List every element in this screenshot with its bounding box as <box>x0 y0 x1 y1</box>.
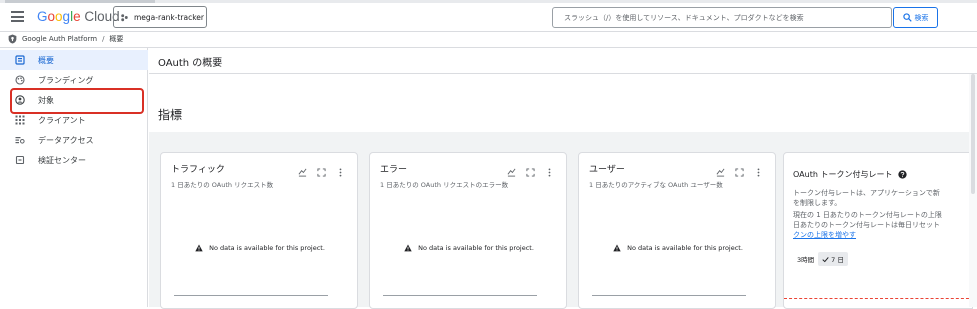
increase-limit-link[interactable]: クンの上限を増やす <box>793 230 972 240</box>
rate-limit-line-marker <box>784 298 972 299</box>
hamburger-menu-icon[interactable] <box>11 11 24 22</box>
rate-description: トークン付与レートは、アプリケーションで新 を制限します。 <box>793 188 972 208</box>
range-option-7d[interactable]: 7 日 <box>818 252 848 266</box>
sidebar-item-label: 対象 <box>38 96 54 105</box>
metric-card-users: ユーザー 1 日あたりのアクティブな OAuth ユーザー数 No data i… <box>578 152 776 309</box>
card-title: ユーザー <box>589 165 625 175</box>
section-header-band <box>149 74 969 132</box>
content-area: 指標 トラフィック 1 日あたりの OAuth リクエスト数 No data i… <box>149 74 977 309</box>
vertical-scrollbar[interactable] <box>969 74 977 307</box>
token-grant-rate-card: OAuth トークン付与レート トークン付与レートは、アプリケーションで新 を制… <box>783 152 973 309</box>
warning-icon <box>404 244 412 252</box>
google-cloud-logo[interactable]: Google Cloud <box>37 9 120 24</box>
sidebar-item-branding[interactable]: ブランディング <box>0 70 148 90</box>
search-icon <box>902 13 912 22</box>
breadcrumb-current: 概要 <box>109 35 124 43</box>
rate-limit-line: 日あたりのトークン付与レートは毎日リセット <box>793 221 940 229</box>
legend-toggle-icon[interactable] <box>298 162 307 177</box>
empty-state-text: No data is available for this project. <box>418 244 534 252</box>
help-icon[interactable] <box>898 170 908 179</box>
audience-icon <box>15 95 25 105</box>
shield-icon <box>8 34 17 44</box>
more-options-icon[interactable] <box>545 162 554 177</box>
rate-card-title: OAuth トークン付与レート <box>793 170 893 179</box>
search-button[interactable]: 検索 <box>893 7 938 28</box>
section-title: 指標 <box>158 108 183 122</box>
legend-toggle-icon[interactable] <box>716 162 725 177</box>
page-title: OAuth の概要 <box>158 58 223 69</box>
card-subtitle: 1 日あたりの OAuth リクエスト数 <box>171 181 274 189</box>
card-title: エラー <box>380 165 408 175</box>
sidebar: 概要 ブランディング 対象 クライアント データアクセス 検証センター <box>0 48 148 307</box>
card-title: トラフィック <box>171 165 225 175</box>
range-option-label: 7 日 <box>831 256 844 264</box>
sidebar-item-verification-center[interactable]: 検証センター <box>0 150 148 170</box>
card-toolbar <box>507 162 554 177</box>
project-picker-button[interactable]: mega-rank-tracker <box>113 6 207 28</box>
card-subtitle: 1 日あたりの OAuth リクエストのエラー数 <box>380 181 509 189</box>
main-content: OAuth の概要 指標 トラフィック 1 日あたりの OAuth リクエスト数… <box>149 48 977 309</box>
breadcrumb-root-link[interactable]: Google Auth Platform <box>22 35 97 43</box>
empty-state-text: No data is available for this project. <box>209 244 325 252</box>
sidebar-item-label: ブランディング <box>38 76 94 85</box>
empty-state: No data is available for this project. <box>370 244 568 252</box>
rate-description-line: を制限します。 <box>793 199 842 207</box>
breadcrumb-separator: / <box>102 35 105 43</box>
breadcrumb: Google Auth Platform / 概要 <box>8 33 123 45</box>
header-divider <box>0 31 977 32</box>
empty-state-text: No data is available for this project. <box>627 244 743 252</box>
scrollbar-thumb[interactable] <box>971 74 975 194</box>
chart-axis <box>592 295 746 296</box>
app-window: Google Cloud mega-rank-tracker スラッシュ（/）を… <box>0 0 977 309</box>
metric-card-traffic: トラフィック 1 日あたりの OAuth リクエスト数 No data is a… <box>160 152 358 309</box>
fullscreen-icon[interactable] <box>526 162 535 177</box>
card-toolbar <box>298 162 345 177</box>
metric-card-errors: エラー 1 日あたりの OAuth リクエストのエラー数 No data is … <box>369 152 567 309</box>
palette-icon <box>15 75 25 85</box>
grid-icon <box>15 115 25 125</box>
empty-state: No data is available for this project. <box>579 244 777 252</box>
project-name: mega-rank-tracker <box>134 12 204 22</box>
more-options-icon[interactable] <box>754 162 763 177</box>
sidebar-item-audience[interactable]: 対象 <box>0 90 148 110</box>
top-app-bar: Google Cloud mega-rank-tracker スラッシュ（/）を… <box>0 3 977 31</box>
sidebar-item-data-access[interactable]: データアクセス <box>0 130 148 150</box>
sidebar-item-label: 概要 <box>38 56 54 65</box>
chart-axis <box>174 295 328 296</box>
sidebar-item-label: 検証センター <box>38 156 86 165</box>
rate-limit-line: 現在の 1 日あたりのトークン付与レートの上限 <box>793 211 942 219</box>
sidebar-item-clients[interactable]: クライアント <box>0 110 148 130</box>
rate-description-line: トークン付与レートは、アプリケーションで新 <box>793 189 940 197</box>
warning-icon <box>613 244 621 252</box>
empty-state: No data is available for this project. <box>161 244 359 252</box>
project-icon <box>121 13 128 21</box>
sidebar-item-label: クライアント <box>38 116 86 125</box>
warning-icon <box>195 244 203 252</box>
more-options-icon[interactable] <box>336 162 345 177</box>
sidebar-item-label: データアクセス <box>38 136 94 145</box>
verification-icon <box>15 155 25 165</box>
overview-icon <box>15 55 25 65</box>
card-subtitle: 1 日あたりのアクティブな OAuth ユーザー数 <box>589 181 723 189</box>
check-icon <box>822 256 829 262</box>
card-toolbar <box>716 162 763 177</box>
card-title: OAuth トークン付与レート <box>793 169 908 180</box>
chart-axis <box>383 295 537 296</box>
time-range-toggle: 3時間 7 日 <box>793 252 848 266</box>
fullscreen-icon[interactable] <box>735 162 744 177</box>
fullscreen-icon[interactable] <box>317 162 326 177</box>
range-option-3h[interactable]: 3時間 <box>793 252 818 266</box>
data-access-icon <box>15 137 25 144</box>
search-button-label: 検索 <box>914 13 929 22</box>
rate-limit-info: 現在の 1 日あたりのトークン付与レートの上限 日あたりのトークン付与レートは毎… <box>793 210 972 240</box>
legend-toggle-icon[interactable] <box>507 162 516 177</box>
search-input[interactable]: スラッシュ（/）を使用してリソース、ドキュメント、プロダクトなどを検索 <box>552 7 892 28</box>
sidebar-item-overview[interactable]: 概要 <box>0 50 148 70</box>
